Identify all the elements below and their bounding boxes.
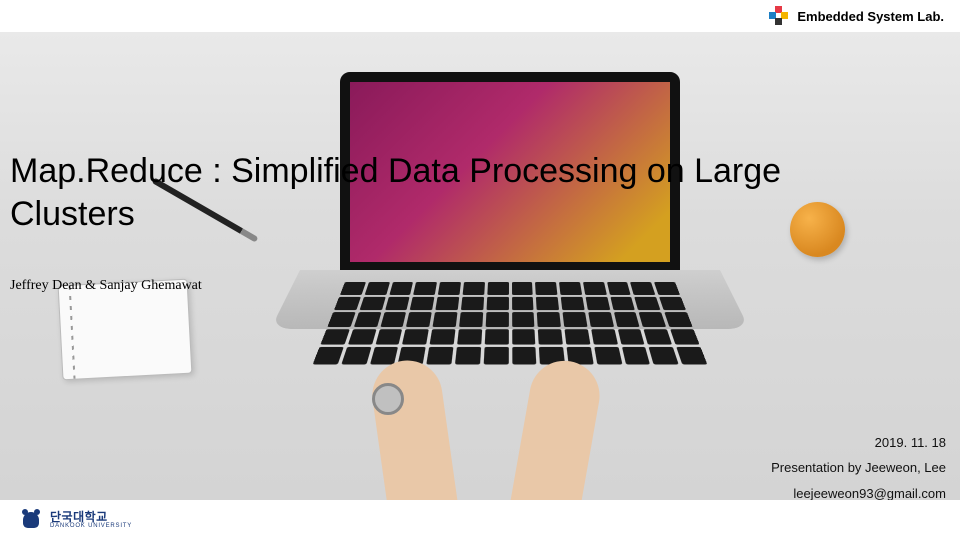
university-logo: 단국대학교 DANKOOK UNIVERSITY <box>18 510 132 530</box>
orange-prop <box>790 202 845 257</box>
presentation-slide: Embedded System Lab. Map.Reduce : Simpli… <box>0 0 960 540</box>
title-line-2: Clusters <box>10 195 135 233</box>
university-mark-icon <box>18 510 44 530</box>
slide-title: Map.Reduce : Simplified Data Processing … <box>10 150 781 235</box>
presenter-email: leejeeweon93@gmail.com <box>793 486 946 501</box>
university-name-en: DANKOOK UNIVERSITY <box>50 523 132 529</box>
presenter-name: Presentation by Jeeweon, Lee <box>771 460 946 475</box>
hand-left-prop <box>368 356 462 500</box>
keyboard-prop <box>313 282 708 364</box>
background-photo <box>0 32 960 500</box>
title-line-1: Map.Reduce : Simplified Data Processing … <box>10 152 781 190</box>
paper-authors: Jeffrey Dean & Sanjay Ghemawat <box>10 278 202 294</box>
header-bar: Embedded System Lab. <box>0 0 960 32</box>
footer-bar: 단국대학교 DANKOOK UNIVERSITY <box>0 500 960 540</box>
lab-logo-icon <box>769 6 789 26</box>
presentation-date: 2019. 11. 18 <box>875 435 946 450</box>
wristwatch-prop <box>372 383 404 415</box>
lab-name: Embedded System Lab. <box>797 9 944 24</box>
university-name-kr: 단국대학교 <box>50 511 132 523</box>
hand-right-prop <box>505 355 605 500</box>
